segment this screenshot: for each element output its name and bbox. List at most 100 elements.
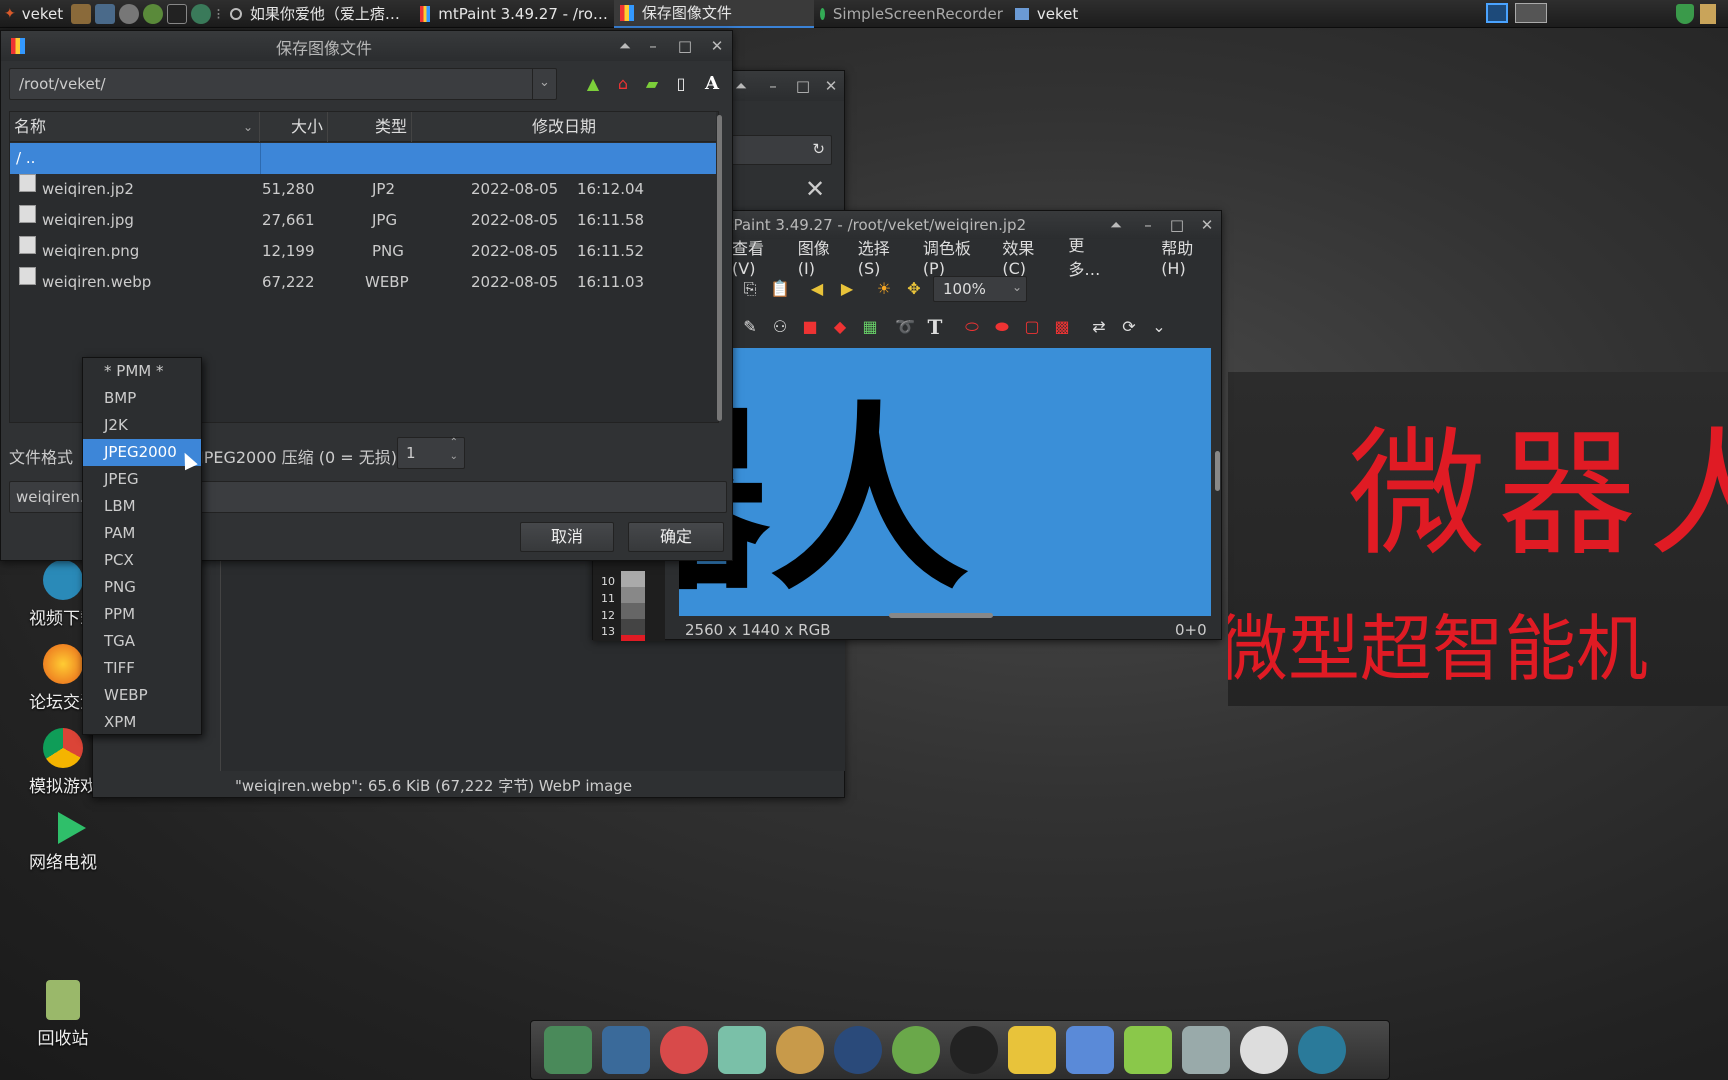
dock-editor-icon[interactable] bbox=[718, 1026, 766, 1074]
close-x-icon[interactable]: ✕ bbox=[805, 175, 825, 203]
palette-swatch[interactable] bbox=[621, 603, 645, 619]
maximize-icon[interactable]: □ bbox=[1167, 215, 1187, 235]
minimize-icon[interactable]: – bbox=[1138, 215, 1158, 235]
format-option[interactable]: PNG bbox=[83, 574, 201, 601]
terminal-icon[interactable] bbox=[167, 3, 188, 24]
palette-swatch[interactable] bbox=[621, 635, 645, 641]
home-icon[interactable]: ⌂ bbox=[613, 74, 633, 94]
chevron-down-icon[interactable]: ⌄ bbox=[532, 69, 556, 99]
format-option[interactable]: LBM bbox=[83, 493, 201, 520]
format-option[interactable]: PPM bbox=[83, 601, 201, 628]
collapse-icon[interactable]: ⏶ bbox=[731, 76, 751, 96]
maximize-icon[interactable]: □ bbox=[675, 36, 695, 56]
dock-computer-icon[interactable] bbox=[602, 1026, 650, 1074]
dock-paint-icon[interactable] bbox=[776, 1026, 824, 1074]
close-icon[interactable]: ✕ bbox=[1197, 215, 1217, 235]
file-list-scrollbar[interactable] bbox=[717, 115, 722, 421]
compression-spinner[interactable]: 1 ⌃ ⌄ bbox=[397, 437, 465, 469]
menu-help[interactable]: 帮助(H) bbox=[1154, 235, 1221, 278]
monitor-icon[interactable] bbox=[95, 3, 116, 24]
tools-icon[interactable] bbox=[71, 3, 92, 24]
brightness-icon[interactable]: ☀ bbox=[874, 279, 894, 299]
desktop-switch-icon[interactable] bbox=[1486, 3, 1508, 23]
fill-icon[interactable]: ◆ bbox=[830, 317, 850, 337]
up-folder-icon[interactable]: ▲ bbox=[583, 74, 603, 94]
close-icon[interactable]: ✕ bbox=[821, 76, 841, 96]
format-option[interactable]: TGA bbox=[83, 628, 201, 655]
dock-media-icon[interactable] bbox=[834, 1026, 882, 1074]
format-option[interactable]: BMP bbox=[83, 385, 201, 412]
table-row[interactable]: weiqiren.webp 67,222 WEBP 2022-08-05 16:… bbox=[10, 267, 716, 298]
task-music[interactable]: 如果你爱他（爱上痞… bbox=[224, 0, 414, 28]
text-icon[interactable]: T bbox=[925, 317, 945, 337]
menu-effects[interactable]: 效果(C) bbox=[995, 235, 1061, 278]
collapse-icon[interactable]: ⏶ bbox=[615, 36, 635, 56]
rect-outline-icon[interactable]: ▢ bbox=[1022, 317, 1042, 337]
maximize-icon[interactable]: □ bbox=[793, 76, 813, 96]
rotate-icon[interactable]: ⟳ bbox=[1119, 317, 1139, 337]
format-option[interactable]: TIFF bbox=[83, 655, 201, 682]
zoom-select[interactable]: 100% ⌄ bbox=[933, 276, 1027, 302]
palette-swatch[interactable] bbox=[621, 619, 645, 635]
brush-icon[interactable]: ✎ bbox=[740, 317, 760, 337]
play-icon[interactable] bbox=[143, 3, 164, 24]
dock-charts-icon[interactable] bbox=[1066, 1026, 1114, 1074]
task-veket[interactable]: veket bbox=[1009, 0, 1129, 28]
minimize-icon[interactable]: – bbox=[763, 76, 783, 96]
format-option[interactable]: JPEG bbox=[83, 466, 201, 493]
ellipse-outline-icon[interactable]: ⬭ bbox=[962, 317, 982, 337]
desktop-icon-tv[interactable]: 网络电视 bbox=[8, 812, 118, 873]
paste-icon[interactable]: 📋 bbox=[770, 279, 790, 299]
format-option[interactable]: * PMM * bbox=[83, 358, 201, 385]
workspace-icon[interactable] bbox=[1515, 3, 1547, 23]
palette-swatch[interactable] bbox=[621, 571, 645, 587]
format-option[interactable]: J2K bbox=[83, 412, 201, 439]
format-option[interactable]: PCX bbox=[83, 547, 201, 574]
dock-filemanager-icon[interactable] bbox=[544, 1026, 592, 1074]
column-date[interactable]: 修改日期 bbox=[412, 112, 716, 142]
redo-icon[interactable]: ▶ bbox=[837, 279, 857, 299]
format-option[interactable]: WEBP bbox=[83, 682, 201, 709]
select-rect-icon[interactable]: ■ bbox=[800, 317, 820, 337]
table-row[interactable]: weiqiren.jp2 51,280 JP2 2022-08-05 16:12… bbox=[10, 174, 716, 205]
table-row-parent[interactable]: / .. bbox=[10, 143, 716, 174]
column-size[interactable]: 大小 bbox=[260, 112, 328, 142]
path-combobox[interactable]: /root/veket/ ⌄ bbox=[9, 68, 557, 100]
menu-more[interactable]: 更多… bbox=[1061, 232, 1120, 280]
browser-icon[interactable] bbox=[191, 3, 212, 24]
rect-fill-icon[interactable]: ▩ bbox=[1052, 317, 1072, 337]
dock-help-icon[interactable] bbox=[1124, 1026, 1172, 1074]
dock-drive-icon[interactable] bbox=[1182, 1026, 1230, 1074]
spin-down-icon[interactable]: ⌄ bbox=[450, 451, 458, 462]
cancel-button[interactable]: 取消 bbox=[520, 522, 614, 552]
pan-icon[interactable]: ✥ bbox=[904, 279, 924, 299]
flip-icon[interactable]: ⇄ bbox=[1089, 317, 1109, 337]
task-recorder[interactable]: SimpleScreenRecorder bbox=[814, 0, 1009, 28]
palette-swatch[interactable] bbox=[621, 587, 645, 603]
palette-strip[interactable]: 10 11 12 13 bbox=[593, 561, 665, 641]
task-mtpaint[interactable]: mtPaint 3.49.27 - /ro… bbox=[414, 0, 614, 28]
start-menu-button[interactable]: ✦ veket bbox=[0, 5, 69, 23]
image-canvas[interactable]: 器人 bbox=[679, 348, 1211, 616]
menu-image[interactable]: 图像(I) bbox=[791, 235, 851, 278]
format-option[interactable]: PAM bbox=[83, 520, 201, 547]
shield-icon[interactable] bbox=[1676, 4, 1694, 24]
vertical-scrollbar[interactable] bbox=[1215, 451, 1220, 491]
desktop-icon-trash[interactable]: 回收站 bbox=[8, 980, 118, 1049]
ellipse-fill-icon[interactable]: ⬬ bbox=[992, 317, 1012, 337]
menu-view[interactable]: 查看(V) bbox=[725, 235, 791, 278]
new-folder-icon[interactable]: ▰ bbox=[642, 74, 662, 94]
undo-icon[interactable]: ◀ bbox=[807, 279, 827, 299]
lasso-icon[interactable]: ➰ bbox=[895, 317, 915, 337]
spin-up-icon[interactable]: ⌃ bbox=[450, 437, 458, 448]
dock-notes-icon[interactable] bbox=[1008, 1026, 1056, 1074]
dock-chat-icon[interactable] bbox=[892, 1026, 940, 1074]
menu-select[interactable]: 选择(S) bbox=[851, 235, 916, 278]
file-icon[interactable]: ▯ bbox=[671, 74, 691, 94]
dock-pig-icon[interactable] bbox=[660, 1026, 708, 1074]
format-option[interactable]: XPM bbox=[83, 709, 201, 736]
table-row[interactable]: weiqiren.jpg 27,661 JPG 2022-08-05 16:11… bbox=[10, 205, 716, 236]
font-icon[interactable]: A bbox=[702, 74, 722, 94]
copy-icon[interactable]: ⎘ bbox=[740, 279, 760, 299]
column-type[interactable]: 类型 bbox=[328, 112, 412, 142]
